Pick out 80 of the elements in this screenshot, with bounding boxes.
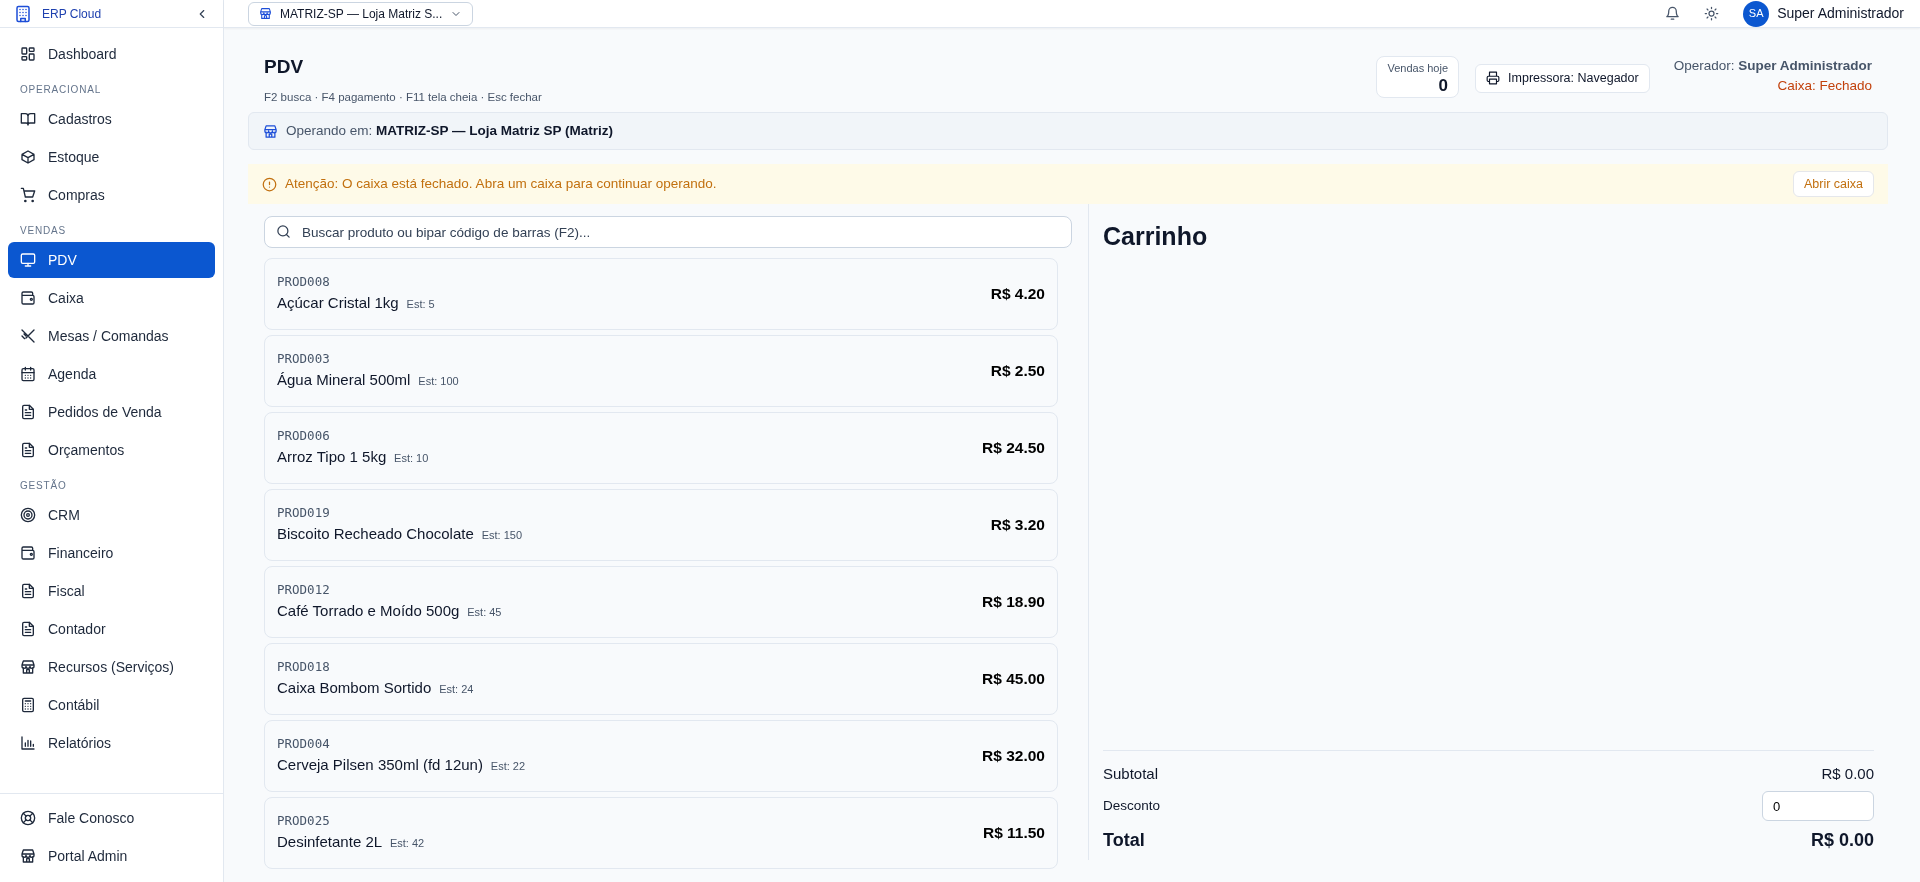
user-avatar[interactable]: SA [1743,0,1770,27]
user-name: Super Administrador [1777,4,1904,23]
lifebuoy-icon [20,810,36,826]
document-icon [20,404,36,420]
product-card[interactable]: PROD018 Caixa Bombom Sortido Est: 24 R$ 45.00 [264,643,1058,716]
sidebar-item[interactable]: Cadastros [8,101,215,137]
sidebar-item[interactable]: CRM [8,497,215,533]
sidebar-item[interactable]: Financeiro [8,535,215,571]
calendar-icon [20,366,36,382]
brand-subtitle: ERP Cloud [42,5,103,23]
theme-toggle[interactable] [1704,6,1720,21]
section-heading: OPERACIONAL [19,83,103,97]
monitor-icon [20,252,36,268]
notifications-button[interactable] [1665,6,1681,21]
total-value: R$ 0.00 [1810,829,1874,853]
grid-icon [20,46,36,62]
product-card[interactable]: PROD012 Café Torrado e Moído 500g Est: 45 R$ 18.90 [264,566,1058,639]
wallet-icon [20,545,36,561]
section-heading: GESTÃO [19,478,68,493]
document-icon [20,442,36,458]
page-title: PDV [264,56,305,79]
alert-icon [262,176,277,192]
discount-field[interactable]: 0 [1762,791,1874,822]
alert-message: Atenção: O caixa está fechado. Abra um caixa para continuar operando. [285,174,718,193]
wallet-icon [20,290,36,306]
book-icon [20,111,36,127]
store-icon [263,123,278,139]
cash-status: Caixa: Fechado [1776,77,1872,96]
discount-label: Desconto [1103,796,1161,815]
sidebar-item[interactable]: Orçamentos [8,432,215,468]
sidebar-item[interactable]: Contador [8,611,215,647]
sidebar-item[interactable]: Recursos (Serviços) [8,649,215,685]
sidebar-item[interactable]: Compras [8,177,215,213]
utensils-icon [20,328,36,344]
bell-icon [1665,6,1681,21]
sidebar-item[interactable]: Pedidos de Venda [8,394,215,430]
store-selector[interactable]: MATRIZ-SP — Loja Matriz S... [248,1,474,26]
product-card[interactable]: PROD003 Água Mineral 500ml Est: 100 R$ 2.50 [264,335,1058,408]
sidebar-item[interactable]: Estoque [8,139,215,175]
shortcut-hints: F2 busca · F4 pagamento · F11 tela cheia · Esc fechar [264,89,543,105]
sales-today-card: Vendas hoje 0 [1376,56,1460,98]
sidebar-item[interactable]: Portal Admin [8,838,215,874]
logo-icon [14,4,32,23]
sidebar-item[interactable]: Dashboard [8,36,215,72]
store-icon [259,7,272,20]
total-label: Total [1103,829,1145,853]
sidebar-item[interactable]: Fale Conosco [8,800,215,836]
product-card[interactable]: PROD019 Biscoito Recheado Chocolate Est: 150 R$ 3.20 [264,489,1058,562]
sidebar-item[interactable]: Fiscal [8,573,215,609]
box-icon [20,149,36,165]
cart-title: Carrinho [1103,221,1209,253]
search-field[interactable]: Buscar produto ou bipar código de barras (F2)... [264,216,1072,249]
section-heading: VENDAS [19,224,67,238]
document-icon [20,583,36,599]
open-cash-button[interactable]: Abrir caixa [1792,170,1874,198]
product-card[interactable]: PROD025 Desinfetante 2L Est: 42 R$ 11.50 [264,797,1058,870]
sidebar-item[interactable]: PDV [8,242,215,278]
store-icon [20,848,36,864]
printer-icon [1486,71,1501,86]
printer-button[interactable]: Impressora: Navegador [1475,64,1650,93]
cart-icon [20,187,36,203]
bar-chart-icon [20,735,36,751]
sidebar-item[interactable]: Mesas / Comandas [8,318,215,354]
subtotal-label: Subtotal [1103,763,1159,784]
target-icon [20,507,36,523]
subtotal-value: R$ 0.00 [1821,763,1874,784]
operating-store: Operando em: MATRIZ-SP — Loja Matriz SP (Matriz) [286,121,614,140]
sidebar-item[interactable]: Agenda [8,356,215,392]
search-icon [276,224,291,240]
calculator-icon [20,697,36,713]
operator-name: Operador: Super Administrador [1673,57,1872,75]
sidebar-item[interactable]: Caixa [8,280,215,316]
store-icon [20,659,36,675]
sidebar-item[interactable]: Contábil [8,687,215,723]
document-icon [20,621,36,637]
product-card[interactable]: PROD008 Açúcar Cristal 1kg Est: 5 R$ 4.20 [264,258,1058,331]
sun-icon [1704,6,1720,21]
product-card[interactable]: PROD006 Arroz Tipo 1 5kg Est: 10 R$ 24.50 [264,412,1058,485]
sidebar-item[interactable]: Relatórios [8,725,215,761]
product-card[interactable]: PROD004 Cerveja Pilsen 350ml (fd 12un) Est: 22 R$ 32.00 [264,720,1058,793]
